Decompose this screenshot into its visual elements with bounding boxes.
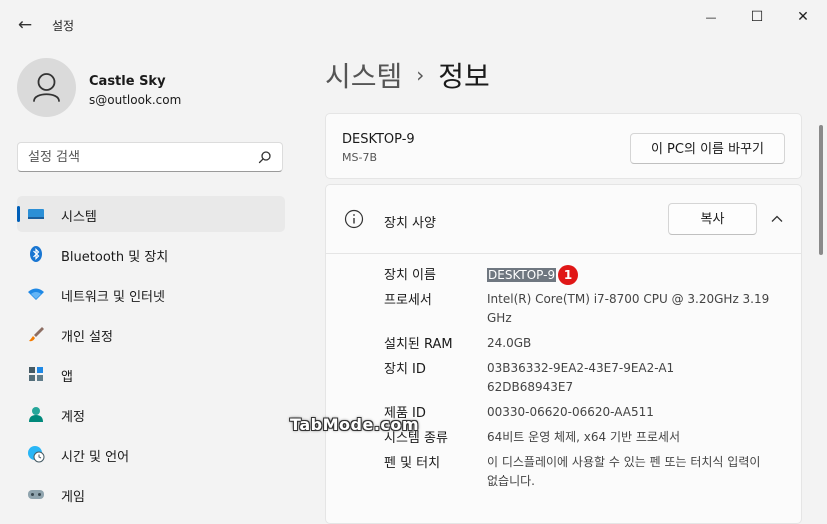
sidebar-item-personalization[interactable]: 개인 설정	[17, 316, 285, 352]
user-email: s@outlook.com	[89, 93, 182, 107]
scrollbar-thumb[interactable]	[819, 125, 823, 255]
spec-label: 장치 ID	[384, 362, 426, 377]
search-input[interactable]	[28, 143, 248, 171]
search-icon[interactable]	[258, 150, 272, 164]
spec-label: 설치된 RAM	[384, 337, 453, 352]
spec-label: 펜 및 터치	[384, 456, 441, 471]
title-bar: ← 설정 — ☐ ✕	[0, 0, 827, 48]
copy-button[interactable]: 복사	[668, 203, 757, 235]
globe-clock-icon	[28, 446, 45, 463]
sidebar-item-label: 네트워크 및 인터넷	[61, 290, 165, 305]
sidebar-item-label: 개인 설정	[61, 330, 113, 345]
maximize-icon: ☐	[750, 9, 764, 25]
sidebar-item-time-language[interactable]: 시간 및 언어	[17, 436, 285, 472]
user-profile[interactable]: Castle Sky s@outlook.com	[17, 58, 307, 118]
sidebar-item-label: 시스템	[61, 210, 97, 225]
user-name: Castle Sky	[89, 74, 166, 89]
sidebar-item-system[interactable]: 시스템	[17, 196, 285, 232]
wifi-icon	[28, 288, 44, 300]
spec-value: Intel(R) Core(TM) i7-8700 CPU @ 3.20GHz …	[487, 292, 770, 325]
minimize-icon: —	[705, 11, 717, 24]
spec-value: 00330-06620-06620-AA511	[487, 405, 654, 419]
spec-value: 03B36332-9EA2-43E7-9EA2-A162DB68943E7	[487, 361, 675, 394]
minimize-button[interactable]: —	[688, 6, 734, 28]
back-arrow-icon: ←	[17, 15, 33, 35]
gamepad-icon	[28, 490, 44, 499]
chevron-up-icon[interactable]	[769, 211, 785, 227]
breadcrumb: 시스템 › 정보	[325, 55, 490, 95]
info-icon	[344, 209, 364, 229]
person-avatar-icon	[33, 73, 60, 102]
back-button[interactable]: ←	[12, 12, 38, 38]
device-card: DESKTOP-9 MS-7B 이 PC의 이름 바꾸기	[325, 113, 802, 179]
spec-label: 프로세서	[384, 293, 432, 308]
device-specs-title: 장치 사양	[384, 216, 436, 231]
app-title: 설정	[52, 19, 75, 33]
spec-value: DESKTOP-9 1	[487, 265, 787, 285]
sidebar-item-label: 시간 및 언어	[61, 450, 130, 465]
sidebar-item-label: Bluetooth 및 장치	[61, 250, 169, 265]
maximize-button[interactable]: ☐	[734, 6, 780, 28]
spec-label: 장치 이름	[384, 268, 436, 283]
spec-value: 24.0GB	[487, 336, 532, 350]
sidebar-item-label: 앱	[61, 370, 73, 385]
watermark: TabMode.com	[290, 415, 420, 434]
selected-device-name[interactable]: DESKTOP-9	[487, 267, 557, 282]
spec-value: 이 디스플레이에 사용할 수 있는 펜 또는 터치식 입력이 없습니다.	[487, 455, 761, 488]
bluetooth-icon	[30, 246, 42, 262]
breadcrumb-parent[interactable]: 시스템	[325, 60, 402, 93]
rename-pc-button[interactable]: 이 PC의 이름 바꾸기	[630, 133, 785, 164]
close-button[interactable]: ✕	[780, 6, 826, 28]
sidebar-item-network[interactable]: 네트워크 및 인터넷	[17, 276, 285, 312]
brush-icon	[29, 327, 44, 342]
avatar	[17, 58, 76, 117]
spec-value: 64비트 운영 체제, x64 기반 프로세서	[487, 430, 681, 444]
sidebar-item-accounts[interactable]: 계정	[17, 396, 285, 432]
page-title: 정보	[438, 60, 490, 93]
device-specs-card: 장치 사양 복사 장치 이름 DESKTOP-9 1 프로세서 Intel(R) …	[325, 184, 802, 524]
search-box	[17, 142, 283, 172]
device-name: DESKTOP-9	[342, 132, 415, 147]
sidebar-item-label: 계정	[61, 410, 85, 425]
close-icon: ✕	[797, 9, 809, 25]
device-specs-header[interactable]: 장치 사양 복사	[326, 185, 801, 254]
sidebar-item-bluetooth[interactable]: Bluetooth 및 장치	[17, 236, 285, 272]
breadcrumb-separator: ›	[416, 63, 425, 87]
sidebar-nav: 시스템 Bluetooth 및 장치 네트워크 및 인터넷 개인 설정 앱 계정…	[17, 196, 285, 516]
sidebar-item-label: 게임	[61, 490, 85, 505]
device-model: MS-7B	[342, 151, 377, 164]
monitor-icon	[28, 209, 44, 219]
person-icon	[29, 407, 43, 422]
step-marker-badge: 1	[558, 265, 579, 285]
sidebar-item-gaming[interactable]: 게임	[17, 476, 285, 512]
active-indicator	[17, 206, 20, 222]
apps-icon	[29, 367, 43, 381]
sidebar-item-apps[interactable]: 앱	[17, 356, 285, 392]
